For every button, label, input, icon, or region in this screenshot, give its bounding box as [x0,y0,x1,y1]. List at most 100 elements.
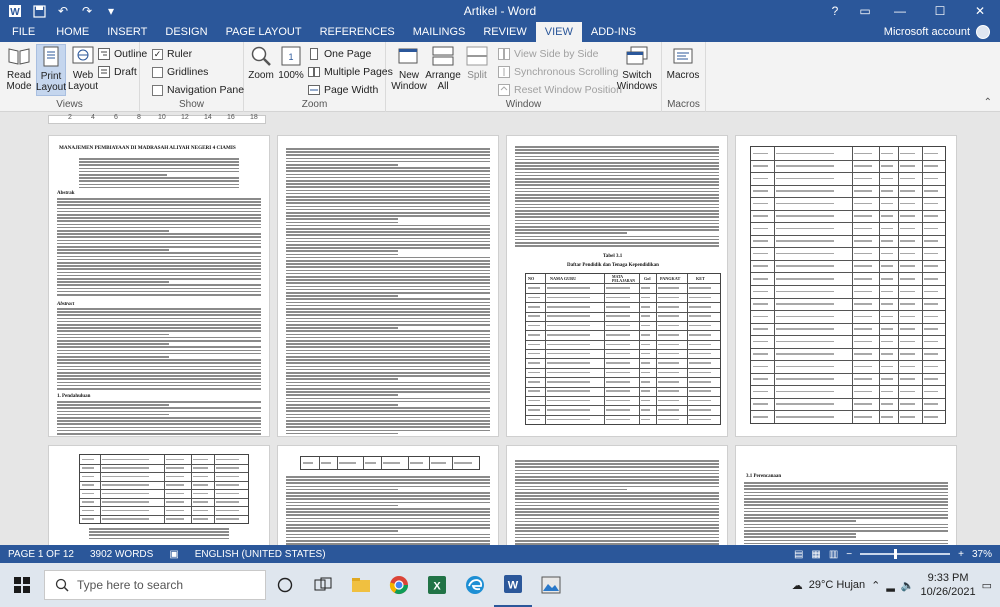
help-icon[interactable]: ? [820,0,850,22]
gridlines-check-box[interactable] [152,67,163,78]
web-layout-button[interactable]: Web Layout [68,44,98,96]
document-page[interactable] [735,135,957,437]
customize-toolbar-icon[interactable]: ▾ [102,2,120,20]
navigation-pane-check-box[interactable] [152,85,163,96]
show-hidden-icons-icon[interactable]: ⌃ [871,579,880,592]
tab-add-ins[interactable]: ADD-INS [582,22,645,42]
print-layout-button[interactable]: Print Layout [36,44,66,96]
network-icon[interactable]: ▂ [886,579,894,592]
table-row-line [526,321,720,322]
tab-design[interactable]: DESIGN [156,22,216,42]
minimize-button[interactable]: — [880,0,920,22]
zoom-in-icon[interactable]: + [958,549,964,560]
zoom-slider[interactable] [860,553,950,555]
photos-icon[interactable] [532,563,570,607]
excel-icon[interactable]: X [418,563,456,607]
collapse-ribbon-icon[interactable]: ⌃ [984,97,992,108]
cell-text [689,419,711,421]
notifications-icon[interactable]: ▭ [982,579,992,592]
account-name[interactable]: Microsoft account [884,26,970,38]
print-layout-view-icon[interactable]: ▦ [811,549,820,560]
zoom-slider-thumb[interactable] [894,549,897,559]
volume-icon[interactable]: 🔈 [901,579,915,592]
cell-text [641,306,651,308]
split-button[interactable]: Split [462,44,492,96]
edge-icon[interactable] [456,563,494,607]
tab-file[interactable]: FILE [0,22,47,42]
language-indicator[interactable]: ENGLISH (UNITED STATES) [187,549,334,560]
vertical-scrollbar[interactable] [990,127,1000,545]
text-line [57,272,261,274]
switch-windows-button[interactable]: Switch Windows [618,44,656,96]
proofing-icon[interactable]: ▣ [161,549,186,560]
tab-mailings[interactable]: MAILINGS [404,22,475,42]
file-explorer-icon[interactable] [342,563,380,607]
read-mode-view-icon[interactable]: ▤ [794,549,803,560]
document-page[interactable] [48,445,270,545]
tab-page-layout[interactable]: PAGE LAYOUT [217,22,311,42]
tab-home[interactable]: HOME [47,22,98,42]
read-mode-button[interactable]: Read Mode [4,44,34,96]
clock[interactable]: 9:33 PM 10/26/2021 [921,571,976,599]
page-width-button[interactable]: Page Width [308,82,378,98]
zoom-button[interactable]: Zoom [246,44,276,96]
ruler-check-icon[interactable]: ✓ [152,49,163,60]
cell-text [900,316,915,318]
ribbon-display-options-icon[interactable]: ▭ [850,0,880,22]
document-page[interactable]: Tabel 3.1 Daftar Pendidik dan Tenaga Kep… [506,135,728,437]
synchronous-scrolling-button[interactable]: Synchronous Scrolling [498,64,618,80]
taskbar-search[interactable]: Type here to search [44,570,266,600]
zoom-out-icon[interactable]: − [846,549,852,560]
redo-icon[interactable]: ↷ [78,2,96,20]
task-view-icon[interactable] [304,563,342,607]
one-page-button[interactable]: One Page [308,46,371,62]
text-line [286,311,490,313]
arrange-all-button[interactable]: Arrange All [426,44,460,96]
table-row-line [751,272,945,273]
undo-icon[interactable]: ↶ [54,2,72,20]
text-line [286,417,490,419]
account-area[interactable]: Microsoft account [884,22,990,42]
cell-text [881,253,893,255]
text-line [515,482,719,484]
word-count[interactable]: 3902 WORDS [82,549,161,560]
document-page[interactable]: MANAJEMEN PEMBIAYAAN DI MADRASAH ALIYAH … [48,135,270,437]
page-count[interactable]: PAGE 1 OF 12 [0,549,82,560]
draft-button[interactable]: Draft [98,64,137,80]
maximize-button[interactable]: ☐ [920,0,960,22]
document-page[interactable]: 3.1 Perencanaan [735,445,957,545]
document-page[interactable] [277,135,499,437]
weather-text[interactable]: 29°C Hujan [809,579,865,591]
document-page[interactable] [506,445,728,545]
text-line [515,181,719,183]
zoom-100-button[interactable]: 1 100% [276,44,306,96]
tab-view[interactable]: VIEW [536,22,582,42]
macros-button[interactable]: Macros [668,44,698,96]
web-layout-view-icon[interactable]: ▥ [829,549,838,560]
avatar[interactable] [976,25,990,39]
ruler-checkbox[interactable]: ✓ Ruler [152,46,192,62]
tab-review[interactable]: REVIEW [474,22,535,42]
navigation-pane-checkbox[interactable]: Navigation Pane [152,82,244,98]
close-button[interactable]: ✕ [960,0,1000,22]
zoom-level[interactable]: 37% [972,549,992,560]
text-line [515,514,719,516]
search-placeholder[interactable]: Type here to search [77,578,183,592]
cortana-icon[interactable] [266,563,304,607]
view-side-by-side-button[interactable]: View Side by Side [498,46,598,62]
weather-icon[interactable]: ☁ [792,579,803,592]
chrome-icon[interactable] [380,563,418,607]
horizontal-ruler[interactable]: 2 4 6 8 10 12 14 16 18 [0,113,1000,126]
document-area[interactable]: MANAJEMEN PEMBIAYAAN DI MADRASAH ALIYAH … [0,127,1000,545]
new-window-button[interactable]: New Window [392,44,426,96]
document-page[interactable] [277,445,499,545]
multiple-pages-button[interactable]: Multiple Pages [308,64,393,80]
gridlines-checkbox[interactable]: Gridlines [152,64,208,80]
tab-references[interactable]: REFERENCES [311,22,404,42]
tab-insert[interactable]: INSERT [98,22,156,42]
text-line [57,388,261,390]
word-taskbar-icon[interactable]: W [494,563,532,607]
reset-window-position-button[interactable]: Reset Window Position [498,82,622,98]
start-button[interactable] [0,563,44,607]
save-icon[interactable] [30,2,48,20]
